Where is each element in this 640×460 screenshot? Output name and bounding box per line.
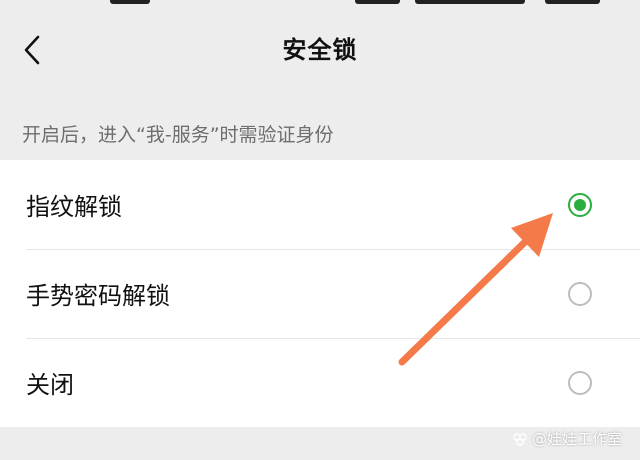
- option-label: 关闭: [26, 371, 74, 399]
- navigation-bar: 安全锁: [0, 8, 640, 92]
- section-hint: 开启后，进入“我-服务”时需验证身份: [22, 124, 334, 146]
- unlock-options-list: 指纹解锁 手势密码解锁 关闭: [0, 160, 640, 427]
- status-time-fragment: [110, 0, 150, 4]
- option-label: 指纹解锁: [26, 193, 122, 221]
- watermark: @娃娃工作室: [512, 428, 622, 449]
- option-fingerprint-unlock[interactable]: 指纹解锁: [0, 160, 640, 249]
- status-bar: [0, 0, 640, 8]
- status-signal-fragment: [415, 0, 525, 4]
- option-gesture-password-unlock[interactable]: 手势密码解锁: [0, 249, 640, 338]
- option-off[interactable]: 关闭: [0, 338, 640, 427]
- radio-unchecked-icon[interactable]: [568, 370, 592, 395]
- page-title: 安全锁: [282, 36, 358, 64]
- status-indicator-fragment: [355, 0, 400, 4]
- watermark-logo-icon: [513, 432, 527, 446]
- status-battery-fragment: [545, 0, 600, 4]
- watermark-text: @娃娃工作室: [531, 430, 622, 448]
- radio-unchecked-icon[interactable]: [568, 281, 592, 306]
- radio-checked-icon[interactable]: [568, 192, 592, 217]
- option-label: 手势密码解锁: [26, 282, 170, 310]
